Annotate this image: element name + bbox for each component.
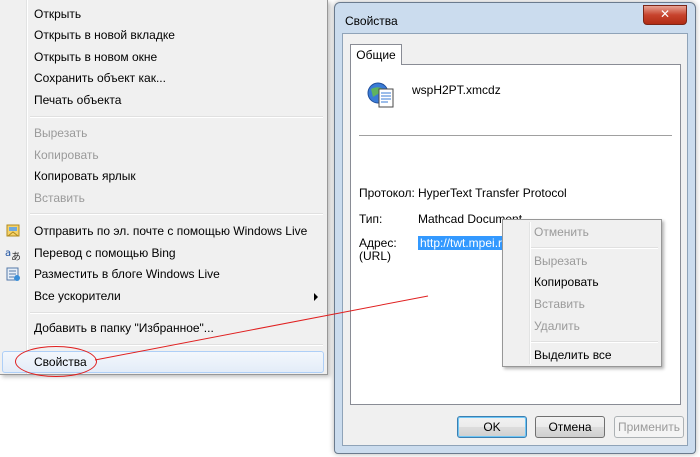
annotation-line xyxy=(94,295,429,361)
tab-general[interactable]: Общие xyxy=(350,44,402,65)
